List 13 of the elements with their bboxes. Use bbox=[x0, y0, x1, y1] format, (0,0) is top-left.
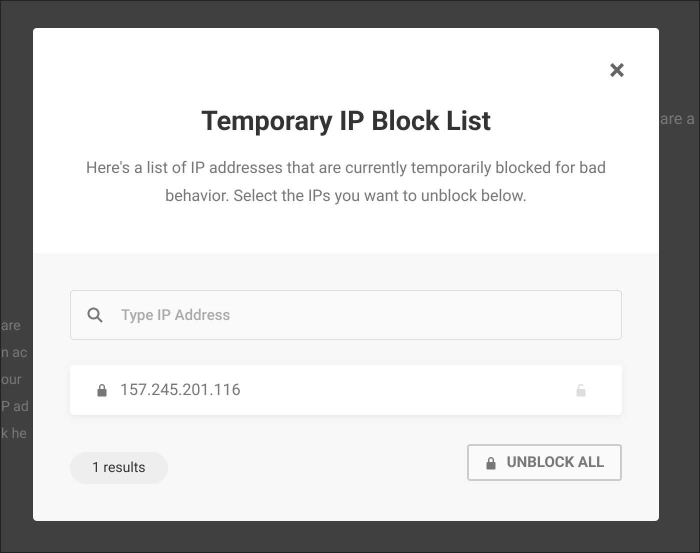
search-icon bbox=[87, 307, 103, 323]
unblock-button[interactable] bbox=[575, 383, 588, 397]
results-count: 1 results bbox=[70, 452, 168, 484]
modal-title: Temporary IP Block List bbox=[201, 104, 491, 138]
blocked-ip-row[interactable]: 157.245.201.116 bbox=[70, 365, 622, 415]
close-button[interactable]: × bbox=[609, 56, 625, 86]
lock-icon bbox=[96, 383, 108, 397]
ip-address: 157.245.201.116 bbox=[120, 379, 242, 401]
unblock-all-button[interactable]: UNBLOCK ALL bbox=[467, 444, 622, 481]
unlocked-lock-icon bbox=[575, 383, 587, 397]
lock-icon bbox=[484, 456, 497, 470]
modal-description: Here's a list of IP addresses that are currently temporarily blocked for bad behavior. Select the IPs you want to unblock below. bbox=[85, 157, 607, 207]
search-field[interactable]: Type IP Address bbox=[70, 290, 622, 340]
